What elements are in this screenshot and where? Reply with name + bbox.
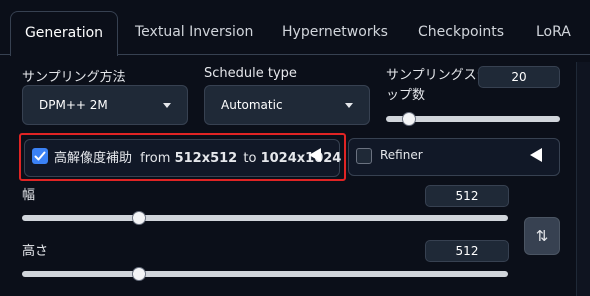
sampling-steps-label-line1: サンプリングステ xyxy=(386,68,490,83)
tab-lora[interactable]: LoRA xyxy=(536,11,571,54)
slider-track xyxy=(22,271,508,277)
width-label: 幅 xyxy=(22,188,36,203)
tab-bar: Generation Textual Inversion Hypernetwor… xyxy=(0,0,590,56)
hires-fix-from-text: from xyxy=(140,151,171,166)
sampling-steps-slider[interactable] xyxy=(386,112,560,126)
refiner-checkbox[interactable] xyxy=(356,148,372,164)
slider-thumb[interactable] xyxy=(131,267,146,281)
schedule-type-label: Schedule type xyxy=(204,66,297,81)
hires-fix-label: 高解像度補助 from 512x512 to 1024x1024 xyxy=(54,147,341,166)
sampling-method-dropdown[interactable]: DPM++ 2M xyxy=(22,85,188,125)
width-input[interactable]: 512 xyxy=(425,185,509,207)
schedule-type-dropdown[interactable]: Automatic xyxy=(204,85,370,125)
sampling-method-value: DPM++ 2M xyxy=(39,98,108,112)
height-input[interactable]: 512 xyxy=(425,240,509,262)
collapse-arrow-icon[interactable] xyxy=(309,148,321,162)
check-icon xyxy=(34,151,46,161)
slider-track xyxy=(22,215,508,221)
refiner-label: Refiner xyxy=(380,148,423,162)
hires-fix-checkbox[interactable] xyxy=(32,148,48,164)
schedule-type-value: Automatic xyxy=(221,98,283,112)
hires-fix-title: 高解像度補助 xyxy=(54,151,133,166)
side-panel-edge xyxy=(576,62,590,296)
collapse-arrow-icon[interactable] xyxy=(530,148,542,162)
tab-textual-inversion[interactable]: Textual Inversion xyxy=(135,11,253,54)
slider-thumb[interactable] xyxy=(131,211,146,225)
hires-fix-to-res: 1024x1024 xyxy=(260,151,342,166)
sampling-method-label: サンプリング方法 xyxy=(22,70,126,85)
width-slider[interactable] xyxy=(22,211,508,225)
hires-fix-to-text: to xyxy=(243,151,257,166)
tab-generation[interactable]: Generation xyxy=(10,11,118,56)
chevron-down-icon xyxy=(345,103,353,108)
tab-checkpoints[interactable]: Checkpoints xyxy=(418,11,504,54)
height-label: 高さ xyxy=(22,244,49,259)
hires-fix-from-res: 512x512 xyxy=(174,151,238,166)
slider-thumb[interactable] xyxy=(401,112,416,126)
sampling-steps-label-line2: ップ数 xyxy=(386,88,426,103)
chevron-down-icon xyxy=(163,103,171,108)
height-slider[interactable] xyxy=(22,267,508,281)
swap-dimensions-button[interactable]: ⇅ xyxy=(524,217,560,255)
sampling-steps-input[interactable]: 20 xyxy=(478,66,560,88)
tab-hypernetworks[interactable]: Hypernetworks xyxy=(282,11,388,54)
